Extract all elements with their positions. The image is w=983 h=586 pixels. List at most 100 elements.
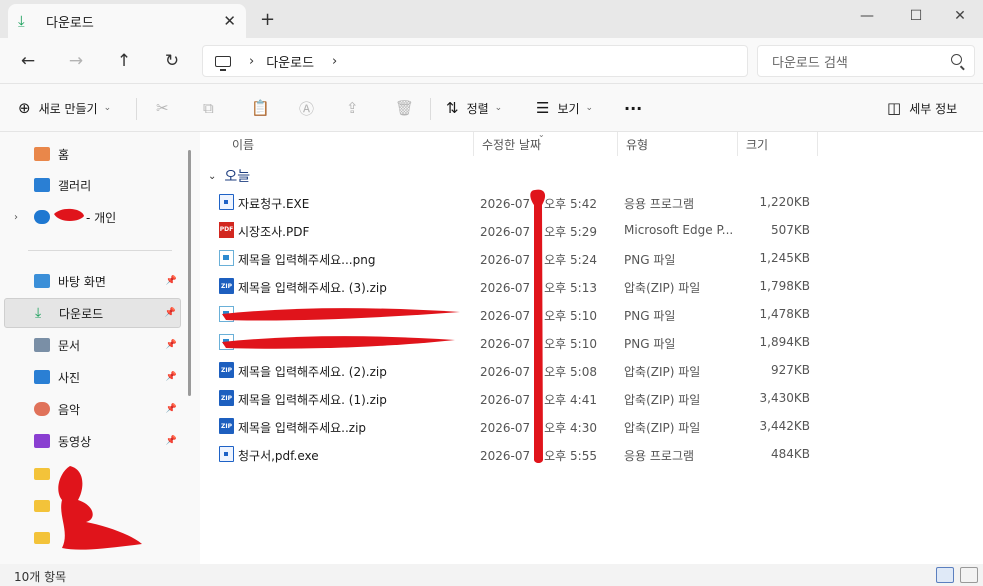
file-date-day: 2026-07: [480, 253, 531, 267]
zip-file-icon: ZIP: [219, 418, 234, 434]
view-button[interactable]: ☰ 보기 ⌄: [536, 96, 593, 120]
sidebar-item-pictures[interactable]: 사진 📌: [4, 362, 181, 392]
plus-circle-icon: ⊕: [18, 99, 31, 117]
home-icon: [34, 147, 50, 161]
item-count: 10개 항목: [14, 570, 67, 584]
pin-icon[interactable]: 📌: [166, 340, 177, 350]
file-row[interactable]: ZIP 제목을 입력해주세요. (2).zip 2026-07 오후 5:08 압축(Z…: [214, 356, 816, 384]
file-size: 927KB: [770, 363, 810, 377]
column-header-name[interactable]: 이름: [224, 132, 474, 156]
chevron-right-icon[interactable]: ›: [332, 54, 337, 69]
delete-button[interactable]: 🗑: [395, 96, 422, 120]
forward-button[interactable]: →: [62, 48, 90, 74]
tiles-view-button[interactable]: [960, 567, 978, 583]
sidebar-item-videos[interactable]: 동영상 📌: [4, 426, 181, 456]
zip-file-icon: ZIP: [219, 278, 234, 294]
column-header-date[interactable]: 수정한 날짜: [474, 132, 618, 156]
file-row[interactable]: ZIP 제목을 입력해주세요..zip 2026-07 오후 4:30 압축(ZIP) …: [214, 412, 816, 440]
new-label: 새로 만들기: [38, 101, 98, 116]
close-window-button[interactable]: ✕: [937, 2, 983, 30]
file-date-time: 오후 5:08: [544, 365, 597, 379]
back-button[interactable]: ←: [14, 48, 42, 74]
search-input[interactable]: 다운로드 검색: [757, 45, 975, 77]
file-row[interactable]: ZIP 제목을 입력해주세요. (3).zip 2026-07 오후 5:13 압축(Z…: [214, 272, 816, 300]
folder-icon[interactable]: [34, 468, 50, 480]
new-button[interactable]: ⊕ 새로 만들기 ⌄: [18, 96, 111, 120]
details-view-button[interactable]: [936, 567, 954, 583]
refresh-button[interactable]: ↻: [158, 48, 186, 74]
pin-icon[interactable]: 📌: [165, 308, 176, 318]
sidebar-item-label: 동영상: [58, 434, 92, 449]
file-list: 이름 수정한 날짜 ⌄ 유형 크기 ⌄ 오늘 자료청구.EXE 2026-07 오후…: [200, 130, 983, 564]
address-bar[interactable]: › 다운로드 ›: [202, 45, 748, 77]
sidebar-item-home[interactable]: 홈: [4, 139, 181, 169]
up-button[interactable]: ↑: [110, 48, 138, 74]
file-row[interactable]: 자료청구.EXE 2026-07 오후 5:42 응용 프로그램 1,220KB: [214, 188, 816, 216]
pin-icon[interactable]: 📌: [166, 436, 177, 446]
details-pane-icon: ◫: [887, 99, 902, 117]
file-size: 1,220KB: [759, 195, 810, 209]
details-pane-button[interactable]: ◫ 세부 정보: [887, 96, 957, 120]
trash-icon: 🗑: [395, 99, 415, 117]
file-row[interactable]: 2026-07 오후 5:10 PNG 파일 1,478KB: [214, 300, 816, 328]
file-row[interactable]: 제목을 입력해주세요...png 2026-07 오후 5:24 PNG 파일 1,24…: [214, 244, 816, 272]
sidebar-item-gallery[interactable]: 갤러리: [4, 170, 181, 200]
sidebar-item-documents[interactable]: 문서 📌: [4, 330, 181, 360]
group-header-today[interactable]: ⌄ 오늘: [208, 166, 250, 186]
file-date-time: 오후 4:41: [544, 393, 597, 407]
pin-icon[interactable]: 📌: [166, 372, 177, 382]
cut-button[interactable]: ✂: [156, 96, 177, 120]
sidebar-scrollbar[interactable]: [188, 150, 191, 396]
pdf-file-icon: PDF: [219, 222, 234, 238]
file-row[interactable]: PDF 시장조사.PDF 2026-07 오후 5:29 Microsoft Edge …: [214, 216, 816, 244]
column-header-size[interactable]: 크기: [738, 132, 818, 156]
pin-icon[interactable]: 📌: [166, 276, 177, 286]
sidebar-item-onedrive[interactable]: › - 개인: [4, 202, 181, 232]
minimize-button[interactable]: —: [844, 2, 890, 30]
file-name: 제목을 입력해주세요. (1).zip: [238, 393, 387, 407]
file-type: PNG 파일: [624, 309, 676, 323]
search-icon[interactable]: [951, 54, 962, 65]
divider: [136, 98, 137, 120]
maximize-button[interactable]: ☐: [893, 2, 939, 30]
file-type: 응용 프로그램: [624, 197, 695, 211]
file-size: 3,442KB: [759, 419, 810, 433]
pictures-icon: [34, 370, 50, 384]
sidebar-item-downloads[interactable]: ⤓ 다운로드 📌: [4, 298, 181, 328]
file-size: 484KB: [770, 447, 810, 461]
file-row[interactable]: 청구서,pdf.exe 2026-07 오후 5:55 응용 프로그램 484KB: [214, 440, 816, 468]
sidebar-item-desktop[interactable]: 바탕 화면 📌: [4, 266, 181, 296]
file-date-day: 2026-07: [480, 421, 531, 435]
paste-button[interactable]: 📋: [251, 96, 278, 120]
pin-icon[interactable]: 📌: [166, 404, 177, 414]
file-date-time: 오후 5:42: [544, 197, 597, 211]
chevron-down-icon: ⌄: [103, 103, 112, 113]
file-date: 2026-07 오후 5:55: [480, 447, 597, 464]
new-tab-button[interactable]: +: [260, 9, 275, 30]
pane-splitter[interactable]: [184, 132, 200, 564]
chevron-right-icon[interactable]: ›: [249, 54, 254, 69]
column-header-type[interactable]: 유형: [618, 132, 738, 156]
chevron-right-icon[interactable]: ›: [14, 212, 18, 223]
tab-title: 다운로드: [46, 15, 94, 31]
navigation-bar: ← → ↑ ↻ › 다운로드 › 다운로드 검색: [0, 38, 983, 84]
file-row[interactable]: ZIP 제목을 입력해주세요. (1).zip 2026-07 오후 4:41 압축(Z…: [214, 384, 816, 412]
copy-button[interactable]: ⧉: [203, 96, 222, 120]
cloud-icon: [34, 210, 50, 224]
close-tab-icon[interactable]: ✕: [223, 12, 236, 30]
file-type: 압축(ZIP) 파일: [624, 393, 701, 407]
rename-button[interactable]: Ⓐ: [299, 96, 322, 120]
sort-button[interactable]: ⇅ 정렬 ⌄: [446, 96, 502, 120]
folder-icon[interactable]: [34, 500, 50, 512]
more-options-button[interactable]: ···: [624, 96, 642, 120]
breadcrumb-downloads[interactable]: 다운로드: [266, 52, 314, 71]
file-row[interactable]: 2026-07 오후 5:10 PNG 파일 1,894KB: [214, 328, 816, 356]
file-date: 2026-07 오후 5:24: [480, 251, 597, 268]
file-date-day: 2026-07: [480, 449, 531, 463]
share-button[interactable]: ⇪: [346, 96, 367, 120]
tab-downloads[interactable]: ⤓ 다운로드 ✕: [8, 4, 246, 38]
scissors-icon: ✂: [156, 99, 169, 117]
this-pc-icon[interactable]: [215, 55, 231, 71]
sidebar-item-music[interactable]: 음악 📌: [4, 394, 181, 424]
folder-icon[interactable]: [34, 532, 50, 544]
